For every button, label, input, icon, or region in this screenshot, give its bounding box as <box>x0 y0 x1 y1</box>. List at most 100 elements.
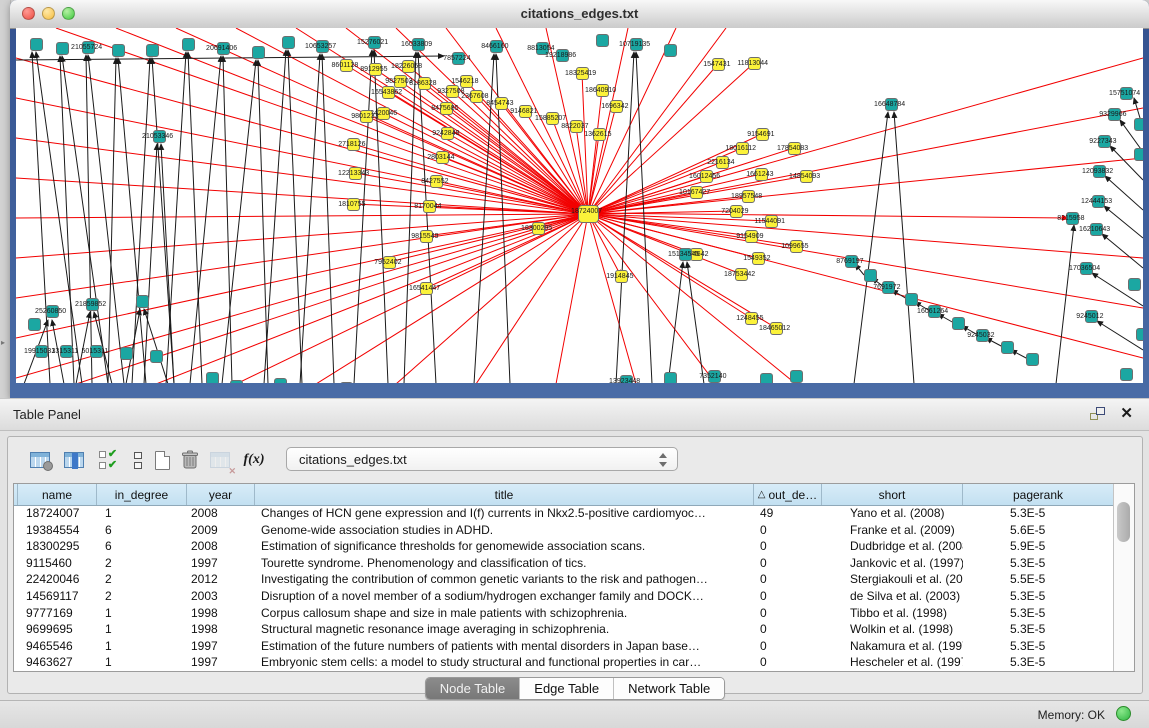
cell-name[interactable]: 9777169 <box>18 605 97 622</box>
cell-name[interactable]: 9463627 <box>18 654 97 671</box>
graph-node[interactable]: 8466160 <box>490 40 503 53</box>
cell-out_degree[interactable]: 0 <box>754 621 822 638</box>
cell-short[interactable]: Franke et al. (2009) <box>822 522 963 539</box>
graph-node[interactable] <box>28 318 41 331</box>
graph-node[interactable]: 3315311 <box>60 345 73 358</box>
cell-pagerank[interactable]: 5.6E-5 <box>963 522 1114 539</box>
float-panel-icon[interactable] <box>1090 407 1105 420</box>
graph-node[interactable]: 1362615 <box>593 128 606 141</box>
graph-node[interactable]: 10653257 <box>316 40 329 53</box>
graph-node[interactable]: 20691406 <box>217 42 230 55</box>
graph-node[interactable] <box>1134 118 1143 131</box>
cell-title[interactable]: Investigating the contribution of common… <box>255 571 754 588</box>
graph-node[interactable]: 8454743 <box>495 97 508 110</box>
graph-node[interactable]: 9827503 <box>394 75 407 88</box>
delete-column-icon[interactable] <box>176 445 204 475</box>
cell-in_degree[interactable]: 2 <box>97 555 187 572</box>
cell-year[interactable]: 1998 <box>187 621 255 638</box>
graph-node[interactable]: 16012456 <box>700 170 713 183</box>
graph-node[interactable] <box>760 373 773 383</box>
graph-node[interactable]: 16648784 <box>885 98 898 111</box>
cell-in_degree[interactable]: 1 <box>97 621 187 638</box>
cell-name[interactable]: 9699695 <box>18 621 97 638</box>
graph-node[interactable] <box>182 38 195 51</box>
show-columns-icon[interactable] <box>60 445 88 475</box>
cell-title[interactable]: Embryonic stem cells: a model to study s… <box>255 654 754 671</box>
graph-node[interactable]: 1099655 <box>790 240 803 253</box>
column-header-short[interactable]: short <box>822 484 963 505</box>
cell-title[interactable]: Structural magnetic resonance image aver… <box>255 621 754 638</box>
graph-node[interactable] <box>664 44 677 57</box>
cell-year[interactable]: 1997 <box>187 555 255 572</box>
column-header-in_degree[interactable]: in_degree <box>97 484 187 505</box>
graph-node[interactable]: 1810755 <box>347 198 360 211</box>
graph-node[interactable] <box>150 350 163 363</box>
cell-pagerank[interactable]: 5.5E-5 <box>963 571 1114 588</box>
graph-node[interactable]: 8170044 <box>423 200 436 213</box>
cell-short[interactable]: Yano et al. (2008) <box>822 505 963 522</box>
vertical-scrollbar[interactable] <box>1113 484 1134 671</box>
table-row[interactable]: 969969511998Structural magnetic resonanc… <box>14 621 1114 638</box>
graph-node[interactable] <box>1136 328 1143 341</box>
cell-year[interactable]: 1997 <box>187 638 255 655</box>
cell-pagerank[interactable]: 5.3E-5 <box>963 654 1114 671</box>
cell-out_degree[interactable]: 0 <box>754 538 822 555</box>
graph-node[interactable]: 1248455 <box>745 312 758 325</box>
close-panel-icon[interactable]: ✕ <box>1120 405 1133 422</box>
graph-node[interactable] <box>1134 148 1143 161</box>
graph-node[interactable] <box>230 380 243 383</box>
cell-out_degree[interactable]: 0 <box>754 654 822 671</box>
graph-node[interactable]: 21053346 <box>153 130 166 143</box>
graph-node[interactable]: 15751074 <box>1120 87 1133 100</box>
cell-out_degree[interactable]: 49 <box>754 505 822 522</box>
cell-pagerank[interactable]: 5.3E-5 <box>963 605 1114 622</box>
graph-node[interactable]: 7691972 <box>882 281 895 294</box>
graph-node[interactable]: 13923448 <box>620 375 633 383</box>
graph-node[interactable]: 1661243 <box>755 168 768 181</box>
table-row[interactable]: 1456911722003Disruption of a novel membe… <box>14 588 1114 605</box>
graph-node[interactable] <box>905 293 918 306</box>
graph-node[interactable]: 1914845 <box>615 270 628 283</box>
graph-node[interactable] <box>1128 278 1141 291</box>
column-header-pagerank[interactable]: pagerank <box>963 484 1114 505</box>
cell-in_degree[interactable]: 2 <box>97 588 187 605</box>
graph-node[interactable]: 14854093 <box>800 170 813 183</box>
column-header-title[interactable]: title <box>255 484 754 505</box>
graph-node[interactable] <box>56 42 69 55</box>
graph-node[interactable]: 21055724 <box>82 41 95 54</box>
graph-node[interactable] <box>864 269 877 282</box>
graph-node[interactable]: 10719135 <box>630 38 643 51</box>
scrollbar-thumb[interactable] <box>1117 502 1130 542</box>
graph-node[interactable]: 9245012 <box>1085 310 1098 323</box>
cell-short[interactable]: Hescheler et al. (1997) <box>822 654 963 671</box>
graph-node[interactable]: 9242848 <box>441 127 454 140</box>
graph-node[interactable] <box>136 295 149 308</box>
cell-name[interactable]: 9465546 <box>18 638 97 655</box>
graph-node[interactable]: 8427552 <box>430 175 443 188</box>
graph-node[interactable]: 11813044 <box>748 57 761 70</box>
cell-title[interactable]: Tourette syndrome. Phenomenology and cla… <box>255 555 754 572</box>
splitter-grip-icon[interactable]: ▸ <box>1 338 5 347</box>
cell-out_degree[interactable]: 0 <box>754 588 822 605</box>
cell-name[interactable]: 9115460 <box>18 555 97 572</box>
cell-pagerank[interactable]: 5.3E-5 <box>963 505 1114 522</box>
table-selector-dropdown[interactable]: citations_edges.txt <box>286 447 678 471</box>
graph-node[interactable] <box>952 317 965 330</box>
cell-short[interactable]: Tibbo et al. (1998) <box>822 605 963 622</box>
graph-node[interactable]: 9146821 <box>519 105 532 118</box>
new-column-icon[interactable] <box>148 445 176 475</box>
table-row[interactable]: 977716911998Corpus callosum shape and si… <box>14 605 1114 622</box>
graph-node[interactable]: 18640910 <box>596 84 609 97</box>
graph-node[interactable]: 9327508 <box>446 85 459 98</box>
cell-year[interactable]: 2008 <box>187 538 255 555</box>
graph-node[interactable]: 1546218 <box>460 75 473 88</box>
tab-edge-table[interactable]: Edge Table <box>520 678 614 699</box>
graph-node[interactable]: 2718126 <box>347 138 360 151</box>
graph-node[interactable] <box>282 36 295 49</box>
graph-node[interactable]: 18753442 <box>735 268 748 281</box>
cell-out_degree[interactable]: 0 <box>754 605 822 622</box>
cell-pagerank[interactable]: 5.3E-5 <box>963 555 1114 572</box>
cell-name[interactable]: 18724007 <box>18 505 97 522</box>
cell-out_degree[interactable]: 0 <box>754 522 822 539</box>
cell-year[interactable]: 2008 <box>187 505 255 522</box>
